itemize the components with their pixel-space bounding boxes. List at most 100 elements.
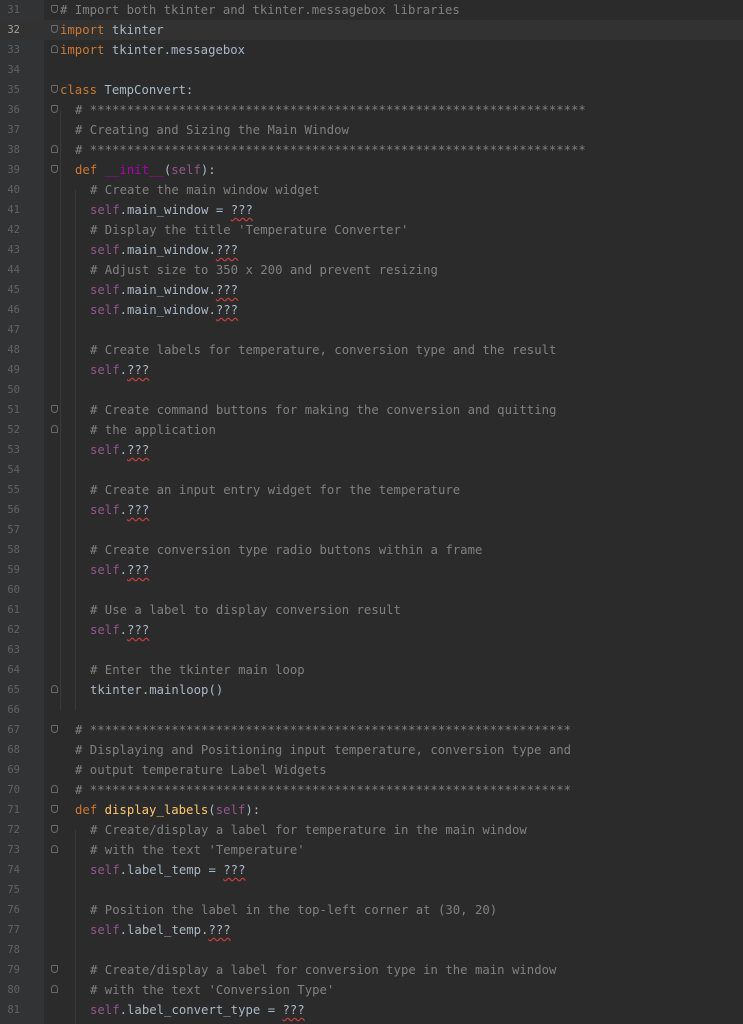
code-editor[interactable]: 31 # Import both tkinter and tkinter.mess… (0, 0, 743, 1024)
code-line[interactable]: 60 (0, 580, 743, 600)
code-line[interactable]: 79 # Create/display a label for conversio… (0, 960, 743, 980)
code-line[interactable]: 80 # with the text 'Conversion Type' (0, 980, 743, 1000)
fold-end-icon[interactable] (51, 425, 58, 433)
fold-end-icon[interactable] (51, 785, 58, 793)
code-line[interactable]: 55 # Create an input entry widget for the… (0, 480, 743, 500)
code-line[interactable]: 81 self.label_convert_type = ??? (0, 1000, 743, 1020)
code-line[interactable]: 47 (0, 320, 743, 340)
fold-toggle-icon[interactable] (51, 25, 58, 33)
code-text[interactable]: # with the text 'Conversion Type' (90, 980, 334, 1000)
code-line[interactable]: 33 import tkinter.messagebox (0, 40, 743, 60)
code-line[interactable]: 78 (0, 940, 743, 960)
code-text[interactable]: self.??? (90, 620, 149, 640)
code-line[interactable]: 63 (0, 640, 743, 660)
code-text[interactable]: self.label_temp = ??? (90, 860, 246, 880)
code-line[interactable]: 54 (0, 460, 743, 480)
code-line[interactable]: 42 # Display the title 'Temperature Conve… (0, 220, 743, 240)
code-text[interactable]: self.??? (90, 560, 149, 580)
code-line[interactable]: 68 # Displaying and Positioning input tem… (0, 740, 743, 760)
fold-toggle-icon[interactable] (51, 165, 58, 173)
code-text[interactable]: self.main_window = ??? (90, 200, 253, 220)
code-line[interactable]: 75 (0, 880, 743, 900)
code-line[interactable]: 76 # Position the label in the top-left c… (0, 900, 743, 920)
code-line[interactable]: 31 # Import both tkinter and tkinter.mess… (0, 0, 743, 20)
code-text[interactable]: # Create/display a label for conversion … (90, 960, 556, 980)
code-line[interactable]: 36 # ************************************… (0, 100, 743, 120)
fold-end-icon[interactable] (51, 845, 58, 853)
code-line[interactable]: 74 self.label_temp = ??? (0, 860, 743, 880)
code-line[interactable]: 48 # Create labels for temperature, conve… (0, 340, 743, 360)
code-text[interactable]: # Create/display a label for temperature… (90, 820, 527, 840)
code-text[interactable]: class TempConvert: (60, 80, 193, 100)
code-line[interactable]: 58 # Create conversion type radio buttons… (0, 540, 743, 560)
code-text[interactable]: # Adjust size to 350 x 200 and prevent r… (90, 260, 438, 280)
code-text[interactable]: # Create command buttons for making the … (90, 400, 556, 420)
code-text[interactable]: # **************************************… (75, 140, 586, 160)
code-text[interactable]: # **************************************… (75, 720, 571, 740)
code-text[interactable]: # Display the title 'Temperature Convert… (90, 220, 408, 240)
code-text[interactable]: # Displaying and Positioning input tempe… (75, 740, 571, 760)
code-line[interactable]: 35 class TempConvert: (0, 80, 743, 100)
fold-toggle-icon[interactable] (51, 85, 58, 93)
code-text[interactable]: # Create conversion type radio buttons w… (90, 540, 482, 560)
fold-end-icon[interactable] (51, 685, 58, 693)
code-line[interactable]: 59 self.??? (0, 560, 743, 580)
fold-toggle-icon[interactable] (51, 965, 58, 973)
code-text[interactable]: self.??? (90, 440, 149, 460)
code-text[interactable]: # **************************************… (75, 100, 586, 120)
code-line[interactable]: 40 # Create the main window widget (0, 180, 743, 200)
code-text[interactable]: # output temperature Label Widgets (75, 760, 327, 780)
code-text[interactable]: # Create the main window widget (90, 180, 320, 200)
code-text[interactable]: import tkinter (60, 20, 164, 40)
fold-end-icon[interactable] (51, 985, 58, 993)
code-line[interactable]: 56 self.??? (0, 500, 743, 520)
fold-toggle-icon[interactable] (51, 825, 58, 833)
code-text[interactable]: # with the text 'Temperature' (90, 840, 305, 860)
code-line[interactable]: 41 self.main_window = ??? (0, 200, 743, 220)
code-text[interactable]: self.main_window.??? (90, 280, 238, 300)
code-text[interactable]: def __init__(self): (75, 160, 216, 180)
code-text[interactable]: # Position the label in the top-left cor… (90, 900, 497, 920)
code-line[interactable]: 44 # Adjust size to 350 x 200 and prevent… (0, 260, 743, 280)
code-line[interactable]: 39 def __init__(self): (0, 160, 743, 180)
code-line[interactable]: 61 # Use a label to display conversion re… (0, 600, 743, 620)
code-text[interactable]: # Creating and Sizing the Main Window (75, 120, 349, 140)
code-line[interactable]: 49 self.??? (0, 360, 743, 380)
code-text[interactable]: # Import both tkinter and tkinter.messag… (60, 0, 460, 20)
code-line[interactable]: 62 self.??? (0, 620, 743, 640)
code-line[interactable]: 53 self.??? (0, 440, 743, 460)
code-text[interactable]: self.label_convert_type = ??? (90, 1000, 305, 1020)
code-line[interactable]: 66 (0, 700, 743, 720)
code-text[interactable]: # the application (90, 420, 216, 440)
code-line[interactable]: 69 # output temperature Label Widgets (0, 760, 743, 780)
code-line[interactable]: 51 # Create command buttons for making th… (0, 400, 743, 420)
code-text[interactable]: self.??? (90, 500, 149, 520)
fold-end-icon[interactable] (51, 145, 58, 153)
code-text[interactable]: # Create labels for temperature, convers… (90, 340, 556, 360)
code-line[interactable]: 70 # ************************************… (0, 780, 743, 800)
code-text[interactable]: # Enter the tkinter main loop (90, 660, 305, 680)
code-line[interactable]: 77 self.label_temp.??? (0, 920, 743, 940)
code-text[interactable]: # **************************************… (75, 780, 571, 800)
code-line[interactable]: 46 self.main_window.??? (0, 300, 743, 320)
code-line[interactable]: 34 (0, 60, 743, 80)
code-text[interactable]: # Use a label to display conversion resu… (90, 600, 401, 620)
code-line[interactable]: 52 # the application (0, 420, 743, 440)
code-text[interactable]: self.main_window.??? (90, 240, 238, 260)
code-line[interactable]: 37 # Creating and Sizing the Main Window (0, 120, 743, 140)
code-line[interactable]: 57 (0, 520, 743, 540)
code-text[interactable]: # Create an input entry widget for the t… (90, 480, 460, 500)
code-text[interactable]: import tkinter.messagebox (60, 40, 245, 60)
code-line[interactable]: 38 # ************************************… (0, 140, 743, 160)
code-line[interactable]: 50 (0, 380, 743, 400)
code-line[interactable]: 64 # Enter the tkinter main loop (0, 660, 743, 680)
code-line[interactable]: 45 self.main_window.??? (0, 280, 743, 300)
code-line[interactable]: 32 import tkinter (0, 20, 743, 40)
fold-toggle-icon[interactable] (51, 805, 58, 813)
code-text[interactable]: self.label_temp.??? (90, 920, 231, 940)
code-text[interactable]: self.??? (90, 360, 149, 380)
code-line[interactable]: 67 # ************************************… (0, 720, 743, 740)
fold-end-icon[interactable] (51, 45, 58, 53)
code-line[interactable]: 73 # with the text 'Temperature' (0, 840, 743, 860)
code-text[interactable]: tkinter.mainloop() (90, 680, 223, 700)
